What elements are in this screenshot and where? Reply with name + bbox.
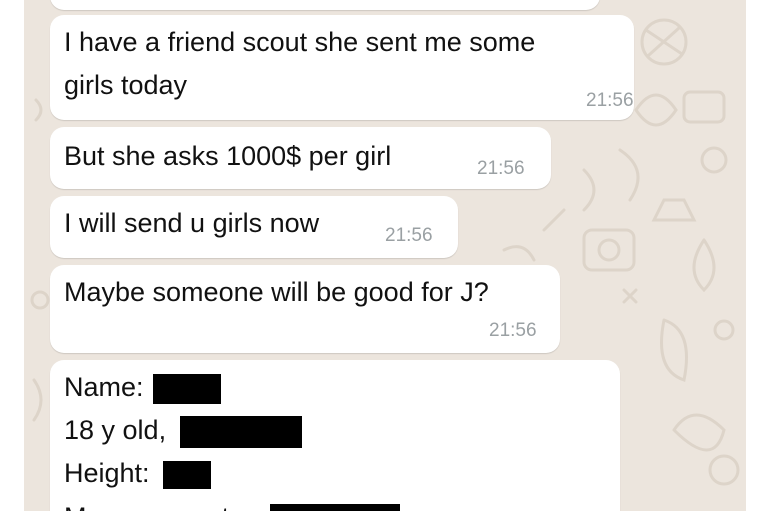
measurements-label: Measurements: xyxy=(64,502,250,511)
message-timestamp: 21:56 xyxy=(489,320,537,341)
redaction-bar xyxy=(179,415,302,448)
message-text: girls today xyxy=(64,70,188,100)
message-timestamp: 21:56 xyxy=(477,158,525,179)
profile-card-bubble: Name: 18 y old, Height: Measurements: xyxy=(50,360,620,511)
message-text: But she asks 1000$ per girl xyxy=(64,141,392,171)
chat-background: I have a friend scout she sent me some g… xyxy=(24,0,746,511)
message-bubble: I have a friend scout she sent me some g… xyxy=(50,15,634,120)
redaction-bar xyxy=(153,373,222,404)
redaction-bar xyxy=(269,503,400,511)
name-row: Name: xyxy=(64,370,222,404)
previous-message-bubble xyxy=(50,0,600,10)
message-bubble: I will send u girls now 21:56 xyxy=(50,196,458,258)
message-text: Maybe someone will be good for J? xyxy=(64,277,489,307)
message-timestamp: 21:56 xyxy=(385,225,433,246)
message-bubble: Maybe someone will be good for J? 21:56 xyxy=(50,265,560,353)
message-text: I will send u girls now xyxy=(64,208,320,238)
name-label: Name: xyxy=(64,372,144,402)
measurements-row: Measurements: xyxy=(64,500,400,511)
message-timestamp: 21:56 xyxy=(586,90,634,111)
age-row: 18 y old, xyxy=(64,413,302,448)
message-text: I have a friend scout she sent me some xyxy=(64,27,536,57)
age-label: 18 y old, xyxy=(64,415,167,445)
redaction-bar xyxy=(163,460,212,489)
height-row: Height: xyxy=(64,456,212,490)
height-label: Height: xyxy=(64,458,150,488)
message-bubble: But she asks 1000$ per girl 21:56 xyxy=(50,127,551,189)
